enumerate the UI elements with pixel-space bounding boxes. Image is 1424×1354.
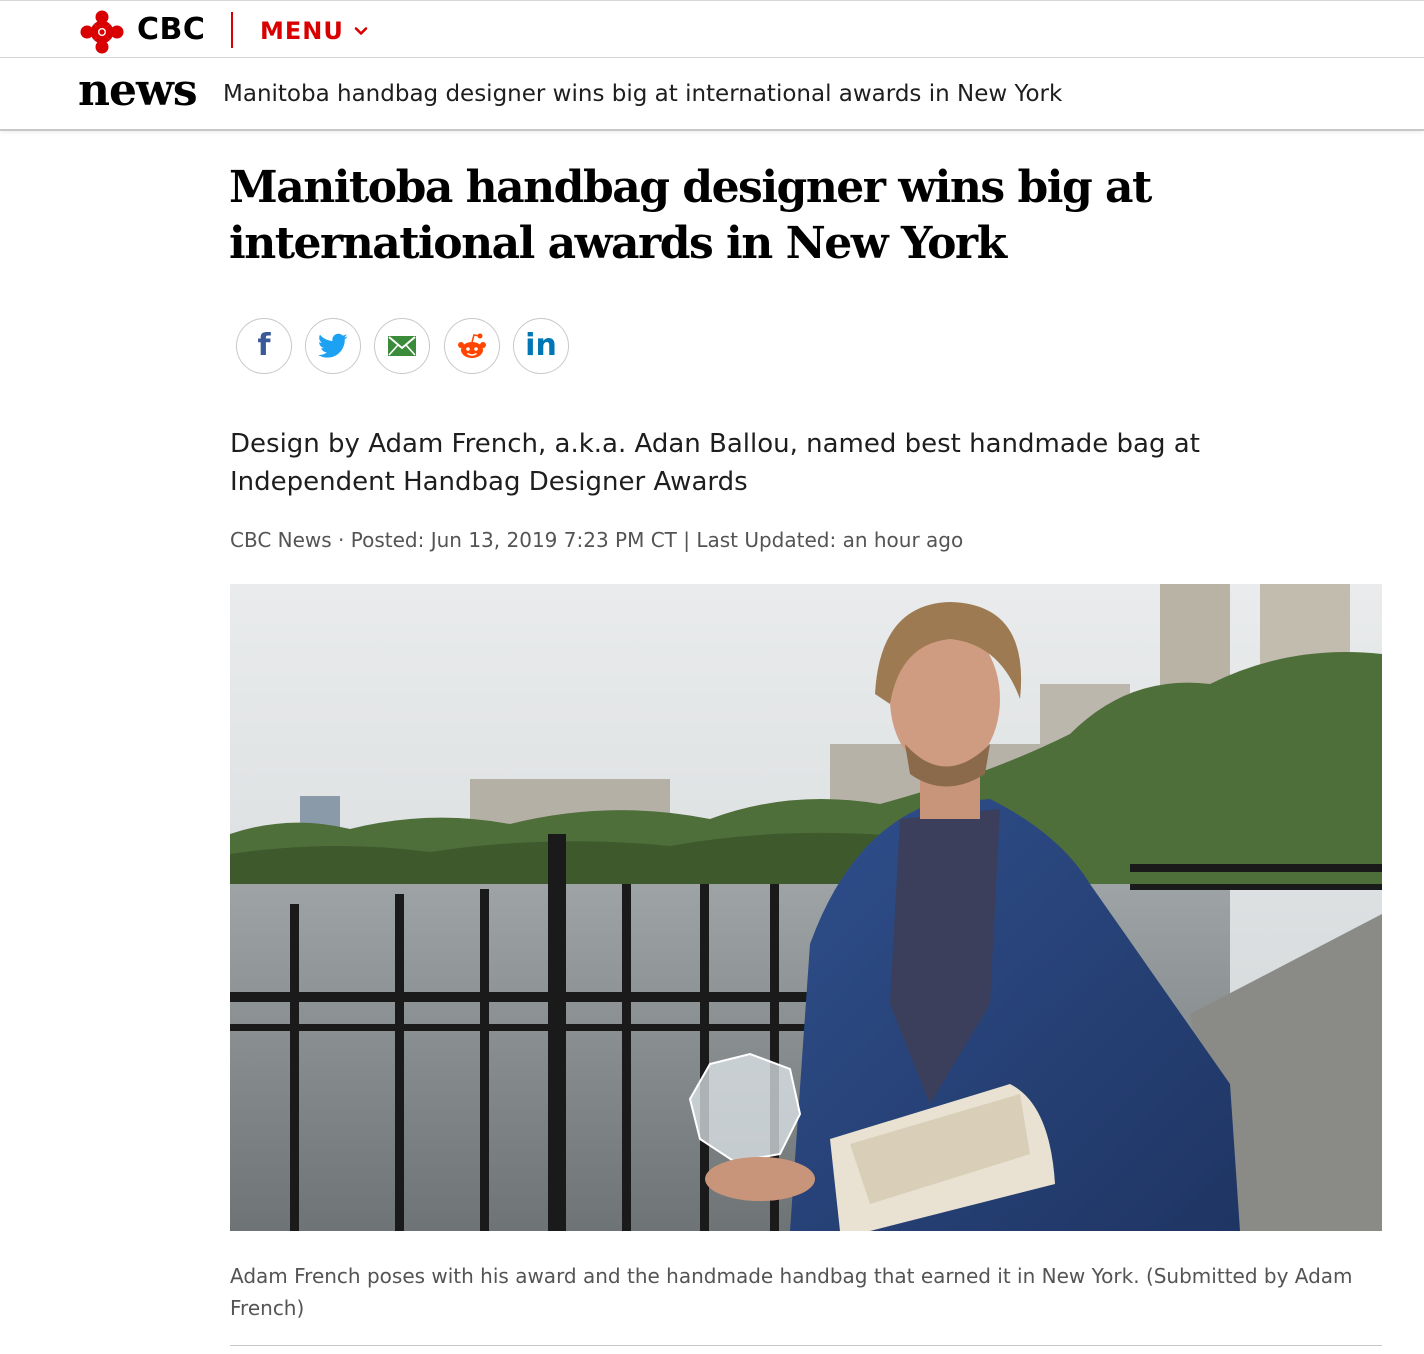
byline-posted: Posted: Jun 13, 2019 7:23 PM CT bbox=[350, 528, 677, 552]
article-photo[interactable] bbox=[230, 584, 1382, 1231]
photo-caption: Adam French poses with his award and the… bbox=[230, 1264, 1353, 1320]
reddit-icon bbox=[458, 333, 486, 358]
share-email-button[interactable] bbox=[374, 318, 430, 374]
email-icon bbox=[388, 336, 416, 356]
cbc-gem-icon[interactable] bbox=[80, 10, 124, 54]
share-reddit-button[interactable] bbox=[444, 318, 500, 374]
news-section-logo[interactable]: news bbox=[78, 65, 198, 116]
byline-separator: · bbox=[331, 528, 351, 552]
facebook-icon: f bbox=[257, 328, 271, 363]
article-dek: Design by Adam French, a.k.a. Adan Ballo… bbox=[230, 429, 1200, 497]
header-divider bbox=[231, 12, 233, 48]
page-title: Manitoba handbag designer wins big at in… bbox=[223, 81, 1063, 107]
section-header: news Manitoba handbag designer wins big … bbox=[0, 59, 1424, 131]
byline-source: CBC News bbox=[230, 528, 332, 552]
share-twitter-button[interactable] bbox=[305, 318, 361, 374]
global-header: CBC MENU bbox=[0, 0, 1424, 58]
photo-illustration bbox=[230, 584, 1382, 1231]
chevron-down-icon bbox=[354, 27, 368, 35]
article-headline: Manitoba handbag designer wins big at in… bbox=[229, 162, 1152, 269]
menu-label: MENU bbox=[260, 17, 344, 45]
article-byline: CBC News · Posted: Jun 13, 2019 7:23 PM … bbox=[230, 528, 963, 552]
byline-divider: | bbox=[676, 528, 697, 552]
cbc-wordmark[interactable]: CBC bbox=[137, 12, 205, 47]
menu-button[interactable]: MENU bbox=[260, 17, 368, 45]
twitter-icon bbox=[318, 333, 348, 358]
share-facebook-button[interactable]: f bbox=[236, 318, 292, 374]
share-linkedin-button[interactable]: in bbox=[513, 318, 569, 374]
byline-updated: Last Updated: an hour ago bbox=[696, 528, 964, 552]
linkedin-icon: in bbox=[525, 328, 557, 363]
content-divider bbox=[230, 1345, 1382, 1346]
